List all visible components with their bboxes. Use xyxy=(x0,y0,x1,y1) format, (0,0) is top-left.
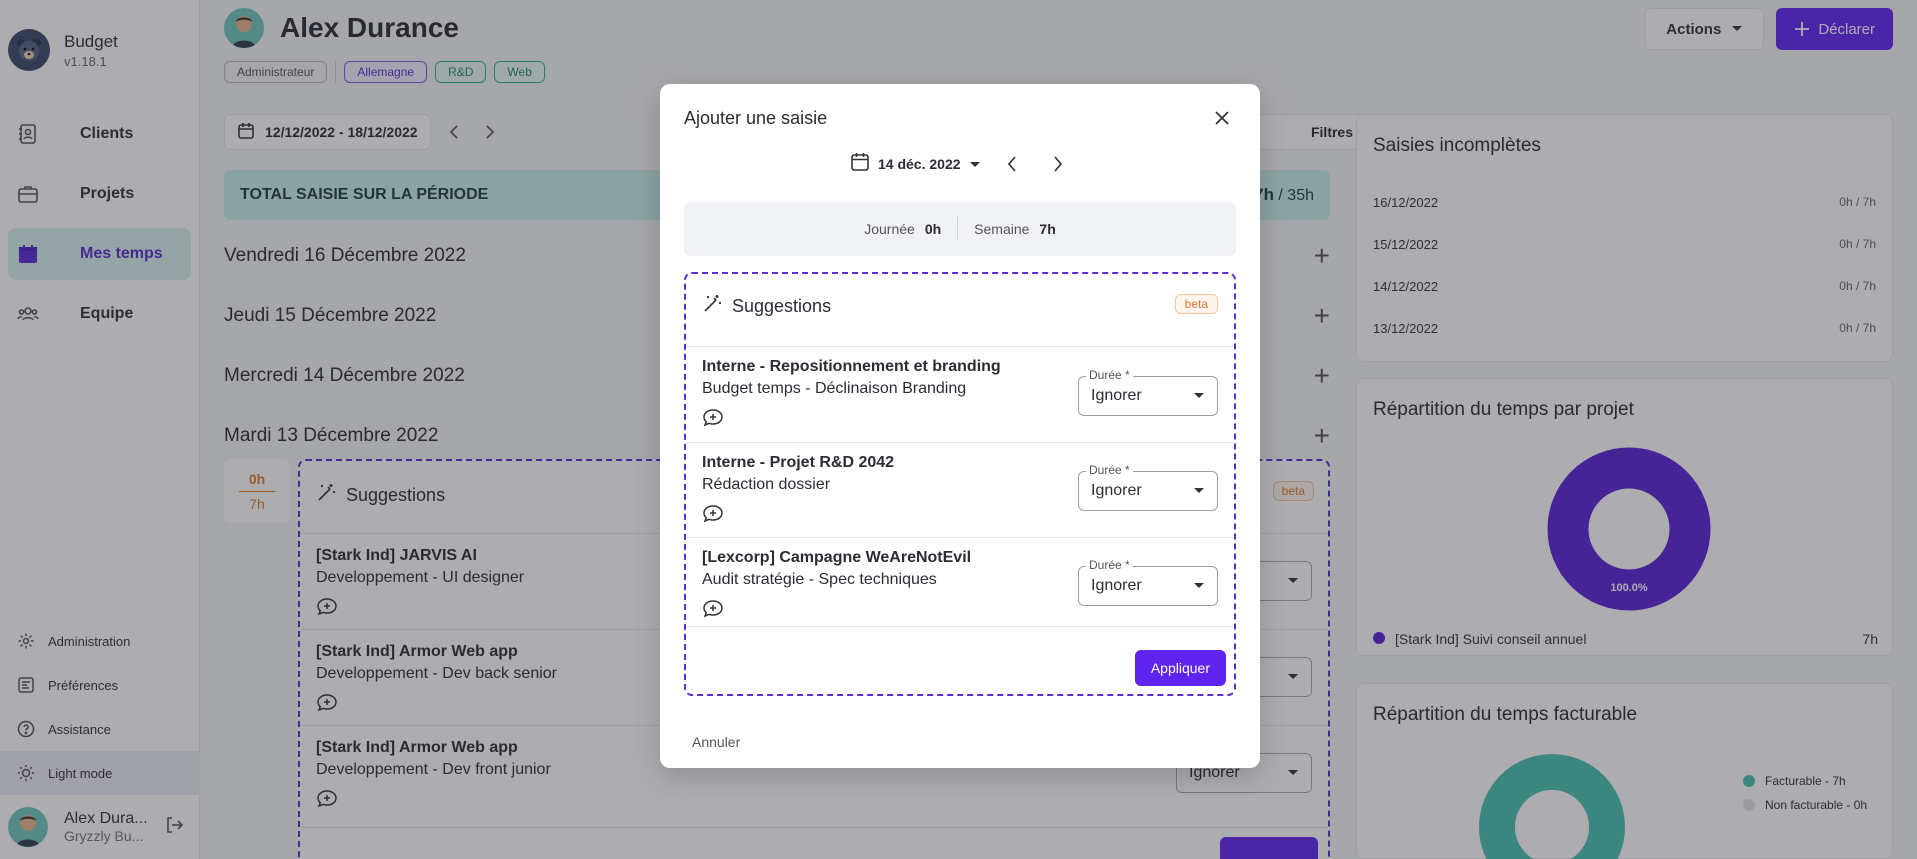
suggestions-panel: Suggestions beta Interne - Repositionnem… xyxy=(684,272,1236,696)
divider xyxy=(686,537,1234,538)
cancel-button[interactable]: Annuler xyxy=(692,734,740,750)
modal-title: Ajouter une saisie xyxy=(684,108,828,128)
add-comment-icon[interactable] xyxy=(702,408,724,428)
apply-button[interactable]: Appliquer xyxy=(1134,650,1226,686)
modal-date-label[interactable]: 14 déc. 2022 xyxy=(878,156,961,172)
beta-badge: beta xyxy=(1174,294,1218,314)
divider xyxy=(686,626,1234,627)
duration-select-box[interactable]: Ignorer xyxy=(1078,376,1218,416)
magic-wand-icon xyxy=(702,294,722,319)
day-total-label: Journée xyxy=(864,221,915,237)
caret-down-icon xyxy=(1193,482,1205,500)
week-total-value: 7h xyxy=(1039,221,1056,237)
suggestion-title: [Lexcorp] Campagne WeAreNotEvil xyxy=(702,549,972,566)
divider xyxy=(686,442,1234,443)
duration-value: Ignorer xyxy=(1091,387,1142,404)
list-item: Interne - Repositionnement et branding B… xyxy=(702,358,1062,428)
add-entry-modal: Ajouter une saisie 14 déc. 2022 Journée … xyxy=(660,84,1260,768)
caret-down-icon xyxy=(1193,387,1205,405)
duration-select[interactable]: Ignorer Durée * xyxy=(1078,558,1218,606)
suggestions-title-text: Suggestions xyxy=(732,296,832,316)
suggestion-subtitle: Budget temps - Déclinaison Branding xyxy=(702,380,967,397)
day-total-value: 0h xyxy=(924,221,942,237)
add-comment-icon[interactable] xyxy=(702,599,724,619)
duration-select[interactable]: Ignorer Durée * xyxy=(1078,463,1218,511)
list-item: [Lexcorp] Campagne WeAreNotEvil Audit st… xyxy=(702,549,1082,619)
duration-label: Durée * xyxy=(1086,463,1133,477)
duration-value: Ignorer xyxy=(1091,577,1142,594)
caret-down-icon[interactable] xyxy=(969,156,981,172)
divider xyxy=(686,346,1234,347)
modal-date-selector: 14 déc. 2022 xyxy=(850,152,1063,175)
list-item: Interne - Projet R&D 2042 Rédaction doss… xyxy=(702,454,1062,524)
apply-label: Appliquer xyxy=(1150,660,1210,676)
time-summary: Journée 0h Semaine 7h xyxy=(684,202,1236,256)
suggestion-subtitle: Audit stratégie - Spec techniques xyxy=(702,571,937,588)
duration-select-box[interactable]: Ignorer xyxy=(1078,566,1218,606)
calendar-icon xyxy=(850,152,870,175)
suggestions-title: Suggestions xyxy=(702,294,831,319)
caret-down-icon xyxy=(1193,577,1205,595)
week-total-label: Semaine xyxy=(974,221,1030,237)
duration-value: Ignorer xyxy=(1091,482,1142,499)
chevron-right-icon[interactable] xyxy=(1053,155,1063,172)
close-icon[interactable] xyxy=(1208,104,1236,132)
duration-label: Durée * xyxy=(1086,368,1133,382)
chevron-left-icon[interactable] xyxy=(1007,155,1017,172)
suggestion-title: Interne - Repositionnement et branding xyxy=(702,358,1001,375)
add-comment-icon[interactable] xyxy=(702,504,724,524)
duration-label: Durée * xyxy=(1086,558,1133,572)
duration-select[interactable]: Ignorer Durée * xyxy=(1078,368,1218,416)
suggestion-title: Interne - Projet R&D 2042 xyxy=(702,454,895,471)
duration-select-box[interactable]: Ignorer xyxy=(1078,471,1218,511)
suggestion-subtitle: Rédaction dossier xyxy=(702,476,831,493)
summary-divider xyxy=(957,217,959,241)
